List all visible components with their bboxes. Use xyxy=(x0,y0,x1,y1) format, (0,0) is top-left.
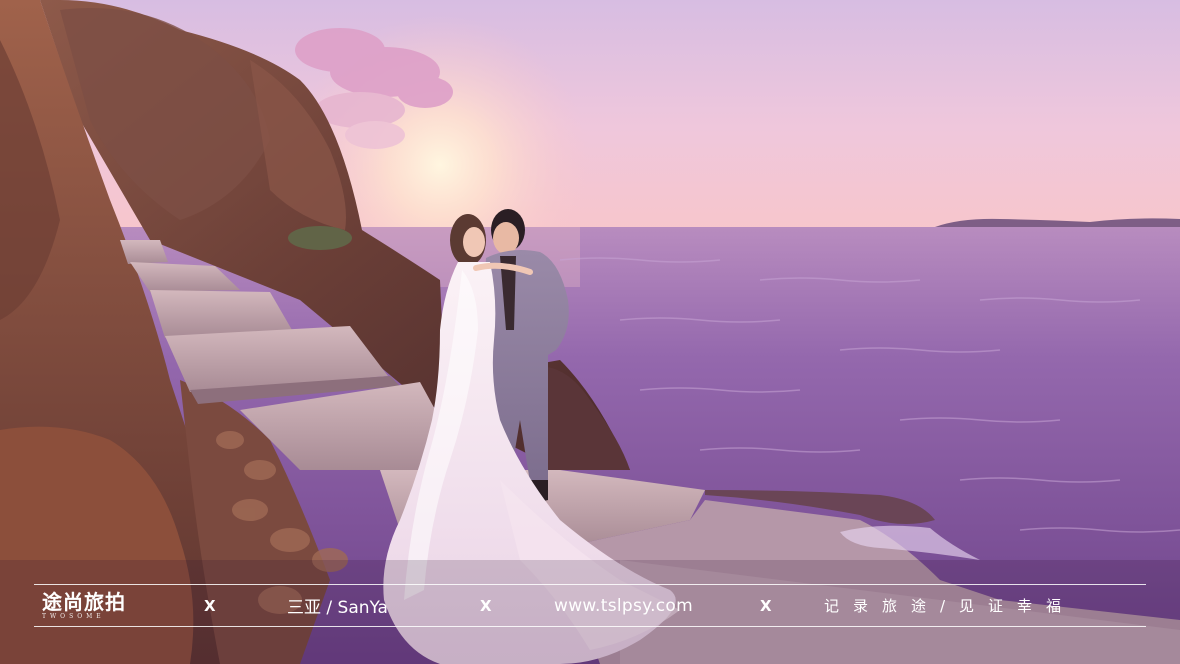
caption-banner: 途尚旅拍 TWOSOME X 三亚 / SanYa X www.tslpsy.c… xyxy=(34,584,1146,627)
brand-name-cn: 途尚旅拍 xyxy=(42,589,126,614)
slogan-label: 记录旅途/见证幸福 xyxy=(824,597,1076,615)
brand-name-en: TWOSOME xyxy=(42,612,105,620)
wedding-photo xyxy=(0,0,1180,664)
separator-x-1: X xyxy=(204,596,216,615)
separator-x-3: X xyxy=(760,596,772,615)
location-label: 三亚 / SanYa xyxy=(287,598,388,618)
photo-frame: 途尚旅拍 TWOSOME X 三亚 / SanYa X www.tslpsy.c… xyxy=(0,0,1180,664)
website-label: www.tslpsy.com xyxy=(554,595,693,616)
brand-logo: 途尚旅拍 TWOSOME xyxy=(42,584,126,627)
separator-x-2: X xyxy=(480,596,492,615)
